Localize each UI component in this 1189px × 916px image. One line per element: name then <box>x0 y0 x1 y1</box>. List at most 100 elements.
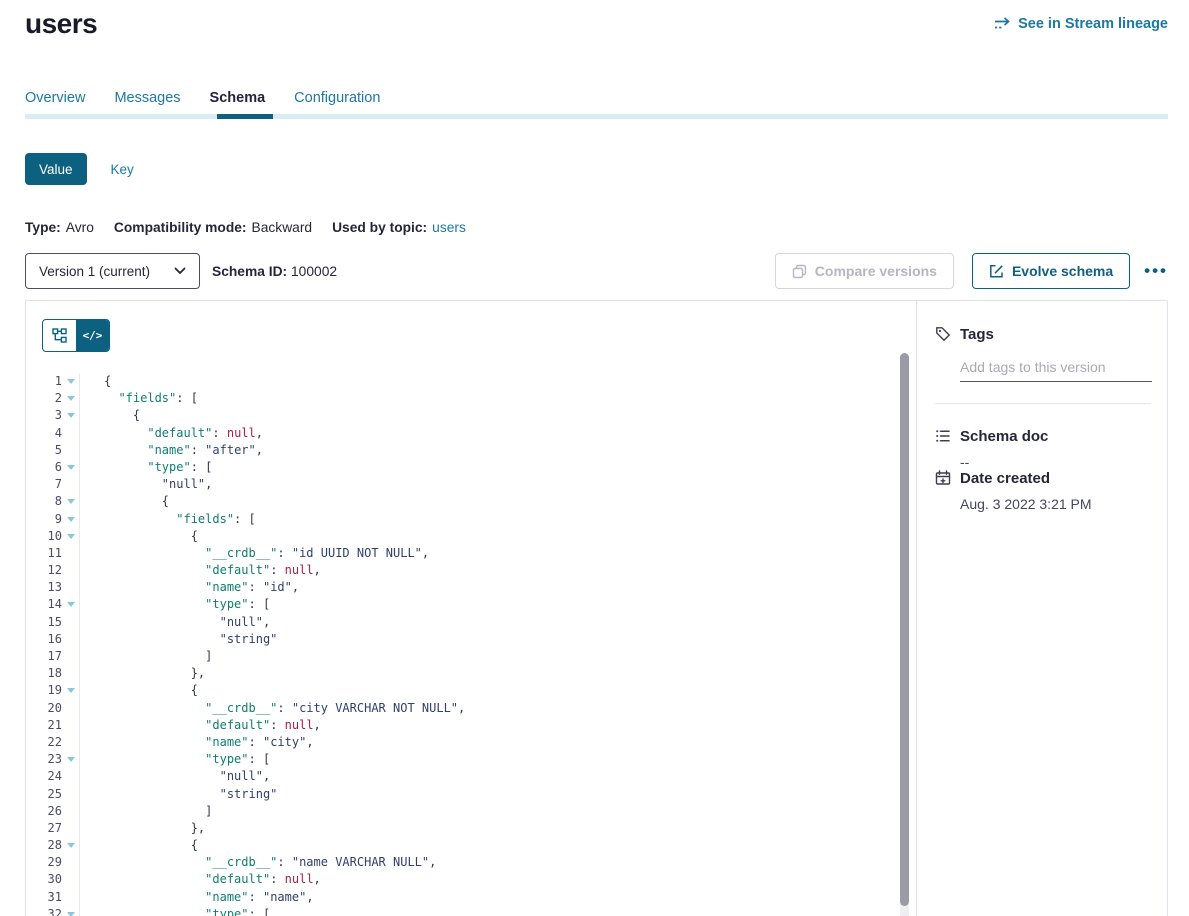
code-text: "null", <box>80 476 212 493</box>
add-tags-input[interactable] <box>960 357 1152 382</box>
schema-doc-value: -- <box>960 454 1151 470</box>
code-text: "name": "name", <box>80 889 314 906</box>
key-tab-button[interactable]: Key <box>111 162 134 177</box>
fold-gutter[interactable] <box>62 751 80 768</box>
code-line: 9 "fields": [ <box>26 511 916 528</box>
fold-arrow-icon <box>67 602 75 607</box>
fold-gutter <box>62 545 80 562</box>
line-number: 9 <box>26 511 62 528</box>
version-bar: Version 1 (current) Schema ID: 100002 Co… <box>25 253 1168 289</box>
code-line: 2 "fields": [ <box>26 390 916 407</box>
line-number: 16 <box>26 631 62 648</box>
code-line: 27 }, <box>26 820 916 837</box>
code-text: ] <box>80 803 212 820</box>
fold-gutter <box>62 871 80 888</box>
fold-gutter[interactable] <box>62 511 80 528</box>
schema-page: users See in Stream lineage Overview Mes… <box>0 0 1189 916</box>
fold-gutter[interactable] <box>62 407 80 424</box>
fold-gutter[interactable] <box>62 906 80 916</box>
used-by-topic-link[interactable]: users <box>432 220 466 235</box>
code-text: { <box>80 837 198 854</box>
code-text: }, <box>80 665 205 682</box>
fold-arrow-icon <box>67 757 75 762</box>
code-line: 14 "type": [ <box>26 596 916 613</box>
code-text: "__crdb__": "name VARCHAR NULL", <box>80 854 436 871</box>
code-text: { <box>80 528 198 545</box>
fold-gutter[interactable] <box>62 373 80 390</box>
schema-card: </> 1{2 "fields": [3 {4 "default": null,… <box>25 300 1168 916</box>
compatibility-label: Compatibility mode: <box>114 220 247 235</box>
fold-gutter <box>62 442 80 459</box>
fold-gutter <box>62 803 80 820</box>
code-text: ] <box>80 648 212 665</box>
version-select[interactable]: Version 1 (current) <box>25 253 200 289</box>
fold-gutter[interactable] <box>62 528 80 545</box>
line-number: 1 <box>26 373 62 390</box>
line-number: 19 <box>26 682 62 699</box>
code-text: "type": [ <box>80 751 270 768</box>
line-number: 31 <box>26 889 62 906</box>
line-number: 25 <box>26 786 62 803</box>
code-line: 11 "__crdb__": "id UUID NOT NULL", <box>26 545 916 562</box>
code-view-button[interactable]: </> <box>76 320 109 351</box>
evolve-schema-button[interactable]: Evolve schema <box>972 253 1130 289</box>
code-line: 30 "default": null, <box>26 871 916 888</box>
code-view-icon: </> <box>83 329 103 342</box>
line-number: 5 <box>26 442 62 459</box>
line-number: 28 <box>26 837 62 854</box>
fold-arrow-icon <box>67 912 75 916</box>
fold-gutter[interactable] <box>62 682 80 699</box>
code-text: "string" <box>80 631 277 648</box>
line-number: 24 <box>26 768 62 785</box>
code-line: 7 "null", <box>26 476 916 493</box>
fold-gutter[interactable] <box>62 390 80 407</box>
fold-gutter <box>62 614 80 631</box>
line-number: 30 <box>26 871 62 888</box>
line-number: 17 <box>26 648 62 665</box>
editor-scrollbar-track[interactable] <box>900 353 909 916</box>
fold-gutter <box>62 889 80 906</box>
schema-id-label: Schema ID: <box>212 264 287 279</box>
fold-gutter[interactable] <box>62 493 80 510</box>
line-number: 7 <box>26 476 62 493</box>
line-number: 2 <box>26 390 62 407</box>
more-actions-button[interactable]: ••• <box>1144 253 1168 289</box>
code-lines: 1{2 "fields": [3 {4 "default": null,5 "n… <box>26 373 916 916</box>
code-line: 26 ] <box>26 803 916 820</box>
code-text: "fields": [ <box>80 511 256 528</box>
stream-lineage-icon <box>994 17 1011 31</box>
compare-versions-button[interactable]: Compare versions <box>775 253 954 289</box>
line-number: 6 <box>26 459 62 476</box>
fold-gutter[interactable] <box>62 837 80 854</box>
code-line: 6 "type": [ <box>26 459 916 476</box>
code-text: { <box>80 373 111 390</box>
schema-tree-icon <box>52 328 67 343</box>
copy-pages-icon <box>792 264 807 279</box>
fold-gutter[interactable] <box>62 459 80 476</box>
code-text: "default": null, <box>80 871 321 888</box>
line-number: 3 <box>26 407 62 424</box>
fold-arrow-icon <box>67 688 75 693</box>
version-select-value: Version 1 (current) <box>39 264 150 279</box>
fold-gutter <box>62 786 80 803</box>
used-by-topic-label: Used by topic: <box>332 220 427 235</box>
chevron-down-icon <box>174 267 186 275</box>
tag-icon <box>935 326 951 343</box>
schema-code-pane: </> 1{2 "fields": [3 {4 "default": null,… <box>26 301 917 916</box>
schema-side-panel: Tags Schema doc -- <box>917 301 1167 916</box>
line-number: 29 <box>26 854 62 871</box>
fold-gutter <box>62 579 80 596</box>
editor-scrollbar-thumb[interactable] <box>900 353 909 906</box>
code-text: "__crdb__": "id UUID NOT NULL", <box>80 545 429 562</box>
schema-doc-heading: Schema doc <box>960 428 1151 445</box>
view-mode-toggle: </> <box>42 319 110 352</box>
code-line: 16 "string" <box>26 631 916 648</box>
line-number: 20 <box>26 700 62 717</box>
code-line: 29 "__crdb__": "name VARCHAR NULL", <box>26 854 916 871</box>
fold-gutter[interactable] <box>62 596 80 613</box>
see-in-stream-lineage-link[interactable]: See in Stream lineage <box>994 16 1168 32</box>
value-tab-button[interactable]: Value <box>25 153 87 185</box>
tree-view-button[interactable] <box>43 320 76 351</box>
line-number: 4 <box>26 425 62 442</box>
code-text: "type": [ <box>80 906 270 916</box>
